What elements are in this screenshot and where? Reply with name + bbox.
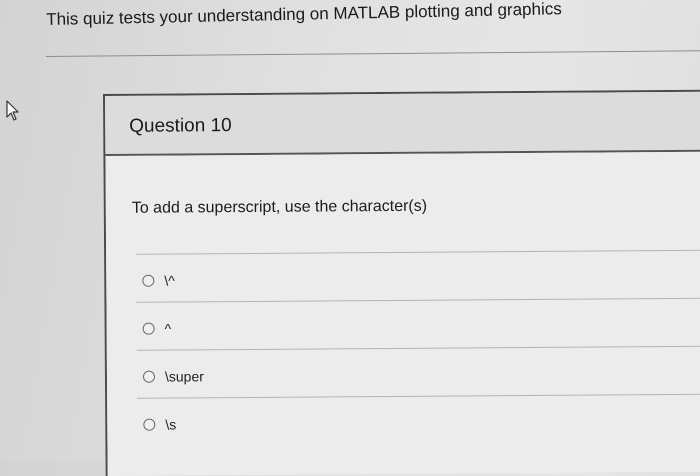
answer-option-2[interactable]: ^ — [142, 318, 172, 340]
option-divider — [137, 393, 700, 399]
question-header: Question 10 — [105, 91, 700, 156]
question-body: To add a superscript, use the character(… — [105, 151, 700, 476]
intro-divider — [45, 50, 700, 57]
option-divider — [136, 345, 700, 351]
option-divider — [136, 249, 700, 255]
question-title: Question 10 — [129, 115, 232, 137]
answer-option-3[interactable]: \super — [142, 365, 204, 387]
radio-button[interactable] — [142, 274, 155, 287]
question-card: Question 10 To add a superscript, use th… — [103, 89, 700, 476]
answer-option-4[interactable]: \s — [143, 413, 176, 435]
answer-option-label: \s — [165, 416, 177, 433]
radio-button[interactable] — [142, 322, 155, 335]
mouse-pointer-icon — [6, 100, 19, 121]
answer-option-label: \^ — [164, 272, 175, 289]
answer-option-1[interactable]: \^ — [142, 270, 175, 292]
option-divider — [136, 297, 700, 303]
radio-button[interactable] — [142, 370, 156, 383]
question-prompt: To add a superscript, use the character(… — [131, 197, 428, 217]
answer-option-label: ^ — [164, 320, 172, 337]
quiz-intro-text: This quiz tests your understanding on MA… — [46, 0, 562, 29]
answer-option-label: \super — [164, 368, 204, 385]
radio-button[interactable] — [143, 418, 156, 431]
